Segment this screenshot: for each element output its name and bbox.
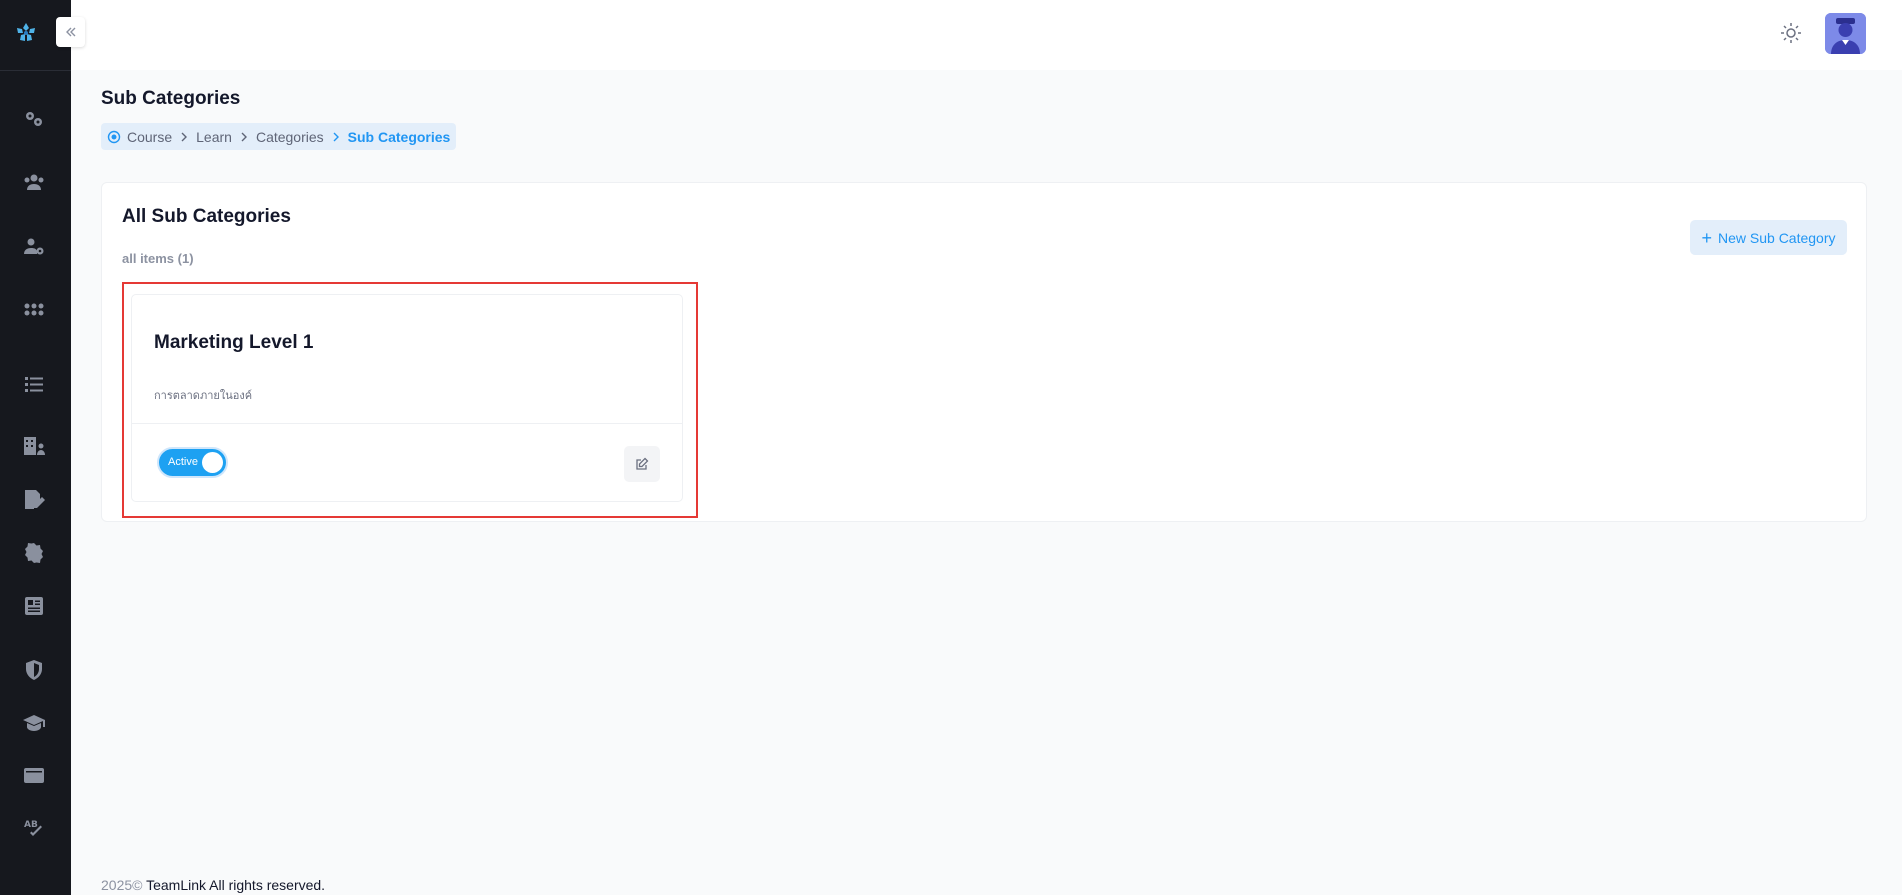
breadcrumb-sub-categories: Sub Categories xyxy=(347,128,451,145)
sidebar: AB xyxy=(0,0,71,895)
user-settings-icon[interactable] xyxy=(21,233,47,259)
chevron-right-icon xyxy=(181,132,188,141)
edit-icon xyxy=(636,457,649,470)
new-sub-category-label: New Sub Category xyxy=(1718,229,1836,246)
wallet-icon[interactable] xyxy=(21,762,47,788)
status-toggle[interactable]: Active xyxy=(157,447,228,478)
shield-icon[interactable] xyxy=(21,657,47,683)
page-title: Sub Categories xyxy=(101,88,241,109)
breadcrumb-learn[interactable]: Learn xyxy=(196,129,232,145)
svg-text:AB: AB xyxy=(24,820,38,830)
chevron-right-icon xyxy=(333,132,339,141)
avatar[interactable] xyxy=(1825,13,1866,54)
plus-icon: + xyxy=(1701,227,1712,248)
spellcheck-icon[interactable]: AB xyxy=(21,815,47,841)
sub-category-name: Marketing Level 1 xyxy=(154,332,314,353)
sun-icon[interactable] xyxy=(1780,22,1802,44)
breadcrumb: Course Learn Categories Sub Categories xyxy=(101,123,457,150)
chevron-right-icon xyxy=(241,132,247,141)
breadcrumb-course[interactable]: Course xyxy=(127,129,172,145)
badge-icon[interactable] xyxy=(21,540,47,566)
sub-categories-panel: All Sub Categories all items (1) + New S… xyxy=(101,182,1867,522)
sub-category-description: การตลาดภายในองค์ xyxy=(154,390,253,402)
sidebar-collapse-button[interactable] xyxy=(56,17,85,47)
footer-year: 2025© xyxy=(101,877,143,893)
status-toggle-label: Active xyxy=(168,456,198,468)
users-icon[interactable] xyxy=(21,169,47,195)
user-avatar-icon xyxy=(1825,13,1866,54)
apps-icon[interactable] xyxy=(21,296,47,322)
list-icon[interactable] xyxy=(21,371,47,397)
settings-icon[interactable] xyxy=(21,106,47,132)
logo-icon[interactable] xyxy=(12,19,40,47)
footer-text: TeamLink All rights reserved. xyxy=(142,877,326,893)
footer: 2025© TeamLink All rights reserved. xyxy=(101,877,325,893)
chevrons-left-icon xyxy=(65,27,75,37)
breadcrumb-categories[interactable]: Categories xyxy=(256,129,324,145)
sidebar-divider xyxy=(0,70,71,71)
graduation-cap-icon[interactable] xyxy=(21,710,47,736)
newspaper-icon[interactable] xyxy=(21,593,47,619)
topbar xyxy=(71,0,1902,70)
toggle-knob xyxy=(202,452,223,473)
circle-dot-icon xyxy=(107,130,121,143)
sub-category-card[interactable]: Marketing Level 1 การตลาดภายในองค์ Activ… xyxy=(131,294,683,502)
card-divider xyxy=(132,423,682,424)
building-user-icon[interactable] xyxy=(21,433,47,459)
file-signature-icon[interactable] xyxy=(21,487,47,513)
items-count: all items (1) xyxy=(122,251,194,266)
new-sub-category-button[interactable]: + New Sub Category xyxy=(1690,220,1847,255)
edit-button[interactable] xyxy=(624,446,660,482)
panel-title: All Sub Categories xyxy=(122,206,291,227)
